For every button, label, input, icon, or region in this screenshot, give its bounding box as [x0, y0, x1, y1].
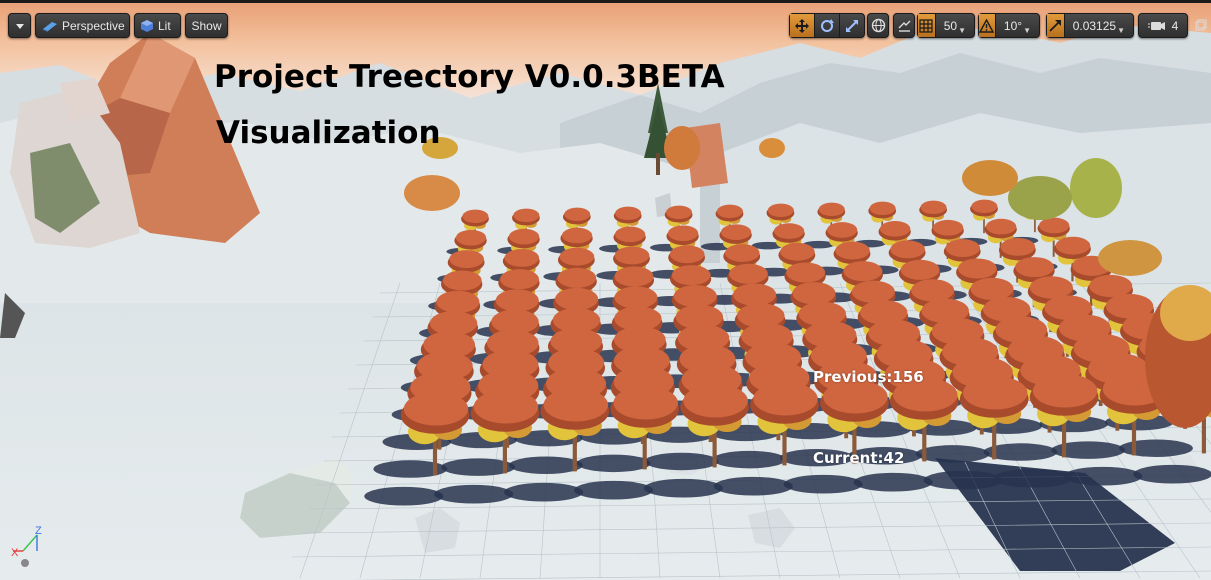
translate-tool-button[interactable] [790, 14, 815, 37]
transform-tools-group [789, 13, 865, 38]
grid-snap-value[interactable]: 50 ▼ [936, 14, 974, 37]
previous-count: Previous:156 [813, 368, 924, 386]
translate-icon [795, 18, 809, 33]
scale-icon [846, 19, 858, 32]
grid-snap-toggle[interactable] [918, 14, 936, 37]
world-local-icon [871, 18, 885, 33]
axis-x-label: X [11, 547, 19, 559]
perspective-button[interactable]: Perspective [35, 13, 130, 38]
grid-snap-caret: ▼ [958, 26, 966, 35]
current-count: Current:42 [813, 449, 905, 467]
grid-icon [919, 18, 933, 33]
scale-snap-icon [1049, 19, 1062, 32]
grid-snap-group: 50 ▼ [917, 13, 975, 38]
perspective-label: Perspective [62, 18, 125, 33]
perspective-icon [43, 21, 57, 32]
scale-snap-toggle[interactable] [1047, 14, 1065, 37]
scale-snap-group: 0.03125 ▼ [1046, 13, 1134, 38]
scale-snap-value[interactable]: 0.03125 ▼ [1065, 14, 1133, 37]
lit-sphere-icon [141, 19, 153, 32]
show-label: Show [191, 18, 222, 33]
lit-label: Lit [158, 18, 171, 33]
rotation-snap-icon [979, 18, 995, 33]
maximize-icon [1195, 19, 1207, 31]
scale-tool-button[interactable] [840, 14, 864, 37]
rotation-snap-group: 10° ▼ [978, 13, 1040, 38]
rotation-snap-toggle[interactable] [979, 14, 996, 37]
view-mode-button[interactable]: Lit [134, 13, 181, 38]
project-title: Project Treectory V0.0.3BETA [214, 59, 725, 95]
dropdown-icon [15, 23, 24, 29]
project-subtitle: Visualization [216, 115, 441, 151]
camera-speed-button[interactable]: 4 [1138, 13, 1188, 38]
rotate-tool-button[interactable] [815, 14, 840, 37]
camera-speed-text: 4 [1171, 18, 1179, 33]
rotation-snap-caret: ▼ [1023, 26, 1031, 35]
rotation-snap-text: 10° [1003, 18, 1023, 33]
level-viewport[interactable]: Z X Project Treectory V0.0.3BETA Visuali… [0, 0, 1211, 580]
surface-snap-button[interactable] [893, 13, 915, 38]
rotation-snap-value[interactable]: 10° ▼ [996, 14, 1039, 37]
scale-snap-text: 0.03125 [1072, 18, 1117, 33]
axis-z-label: Z [35, 525, 42, 537]
rotate-icon [821, 18, 834, 32]
world-local-button[interactable] [867, 13, 889, 38]
surface-snap-icon [898, 20, 910, 32]
maximize-viewport-button[interactable] [1194, 18, 1208, 32]
grid-snap-text: 50 [943, 18, 958, 33]
show-button[interactable]: Show [185, 13, 228, 38]
viewport-options-button[interactable] [8, 13, 31, 38]
scale-snap-caret: ▼ [1117, 26, 1125, 35]
camera-speed-icon [1147, 22, 1165, 30]
